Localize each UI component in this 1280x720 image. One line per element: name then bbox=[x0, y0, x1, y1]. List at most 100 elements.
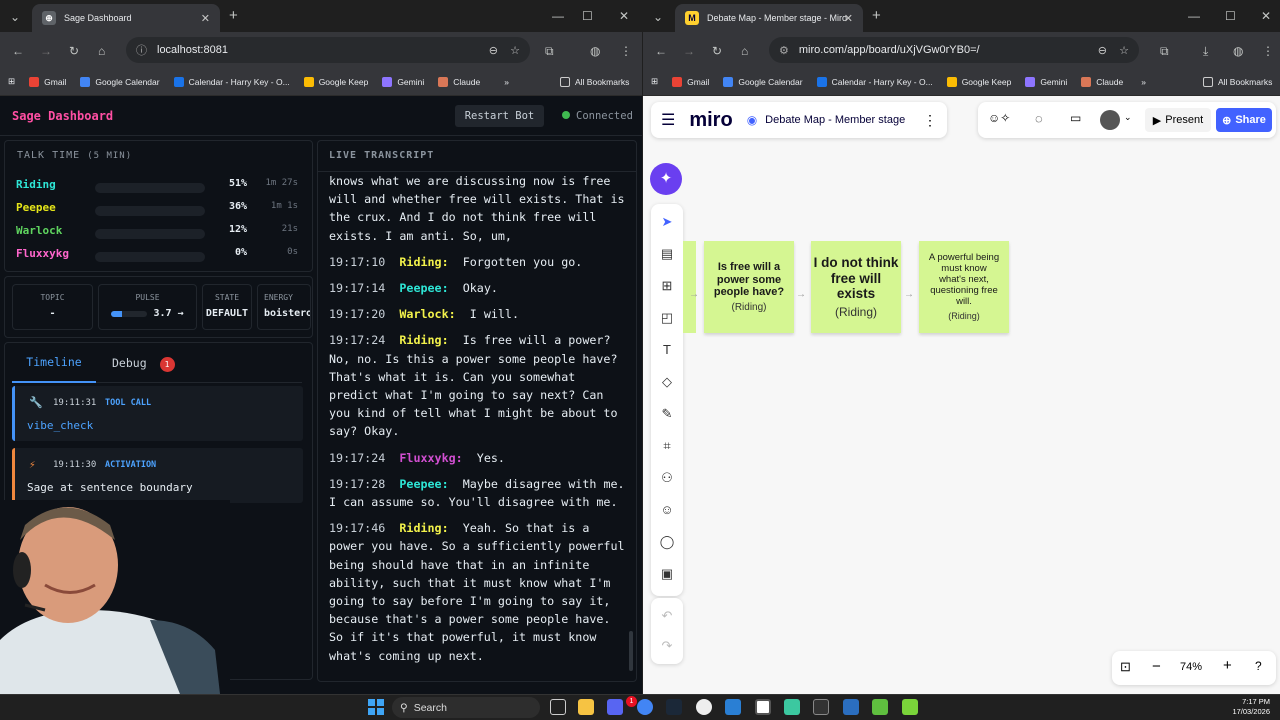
present-button[interactable]: ▶ Present bbox=[1145, 108, 1211, 132]
comment-icon[interactable]: ◯ bbox=[657, 534, 677, 550]
pen-icon[interactable]: ✎ bbox=[657, 406, 677, 422]
sticky-note[interactable]: A powerful being must know what's next, … bbox=[919, 241, 1009, 333]
download-icon[interactable]: ⤓ bbox=[1203, 44, 1208, 58]
templates-icon[interactable]: ▤ bbox=[657, 246, 677, 262]
app-icon[interactable] bbox=[725, 699, 741, 715]
close-icon[interactable]: ✕ bbox=[201, 12, 210, 25]
zoom-icon[interactable]: ⊖ bbox=[1098, 44, 1107, 57]
zoom-level[interactable]: 74% bbox=[1180, 661, 1202, 673]
chat-icon[interactable]: ◌ bbox=[1035, 111, 1043, 126]
bookmark-google-keep[interactable]: Google Keep bbox=[303, 76, 368, 87]
zoom-in-icon[interactable]: + bbox=[1223, 657, 1232, 674]
video-icon[interactable]: ▭ bbox=[1070, 111, 1081, 125]
address-bar[interactable]: ⓘ localhost:8081 ⊖ ☆ bbox=[126, 37, 530, 63]
bookmark-gmail[interactable]: Gmail bbox=[672, 76, 709, 87]
sticky-note-icon[interactable]: ◰ bbox=[657, 310, 677, 326]
bookmark-calendar-harry[interactable]: Calendar - Harry Key - O... bbox=[173, 76, 290, 87]
obs-icon[interactable] bbox=[755, 699, 771, 715]
bookmark-google-keep[interactable]: Google Keep bbox=[946, 76, 1011, 87]
window-close-icon[interactable]: ✕ bbox=[1261, 9, 1271, 23]
tab-timeline[interactable]: Timeline bbox=[12, 343, 96, 383]
back-icon[interactable]: ← bbox=[12, 44, 24, 58]
add-more-icon[interactable]: ▣ bbox=[657, 566, 677, 582]
address-bar[interactable]: ⚙ miro.com/app/board/uXjVGw0rYB0=/ ⊖ ☆ bbox=[769, 37, 1139, 63]
bookmark-google-calendar[interactable]: Google Calendar bbox=[723, 76, 803, 87]
site-info-icon[interactable]: ⓘ bbox=[136, 42, 147, 58]
avatar[interactable] bbox=[1100, 110, 1120, 130]
board-name[interactable]: Debate Map - Member stage bbox=[765, 114, 905, 126]
maximize-icon[interactable]: ☐ bbox=[582, 9, 593, 23]
select-cursor-icon[interactable]: ➤ bbox=[657, 214, 677, 230]
tab-search-icon[interactable]: ⌄ bbox=[10, 10, 20, 24]
miro-logo[interactable]: miro bbox=[689, 109, 732, 132]
terminal-icon[interactable] bbox=[813, 699, 829, 715]
window-close-icon[interactable]: ✕ bbox=[619, 9, 629, 23]
miro-canvas[interactable]: ☰ miro ◉ Debate Map - Member stage ⋮ ☺✧ … bbox=[643, 96, 1280, 694]
fit-to-screen-icon[interactable]: ⊡ bbox=[1120, 659, 1131, 675]
shapes-icon[interactable]: ◇ bbox=[657, 374, 677, 390]
timeline-event-activation[interactable]: ⚡ 19:11:30 ACTIVATION Sage at sentence b… bbox=[12, 448, 303, 503]
timeline-event-tool-call[interactable]: 🔧 19:11:31 TOOL CALL vibe_check bbox=[12, 386, 303, 441]
clock[interactable]: 7:17 PM 17/03/2026 bbox=[1232, 697, 1270, 717]
forward-icon[interactable]: → bbox=[683, 44, 695, 58]
forward-icon[interactable]: → bbox=[40, 44, 52, 58]
tab-search-icon[interactable]: ⌄ bbox=[653, 10, 663, 24]
zoom-out-icon[interactable]: − bbox=[1152, 658, 1161, 675]
minimize-icon[interactable]: — bbox=[552, 9, 564, 23]
tab-miro-board[interactable]: M Debate Map - Member stage - Miro ✕ bbox=[675, 4, 863, 32]
share-button[interactable]: ⊕ Share bbox=[1216, 108, 1272, 132]
bookmark-gemini[interactable]: Gemini bbox=[1025, 76, 1067, 87]
emoji-icon[interactable]: ☺ bbox=[657, 502, 677, 517]
more-bookmarks-icon[interactable]: » bbox=[1141, 77, 1146, 87]
board-menu-icon[interactable]: ⋮ bbox=[923, 112, 937, 129]
chevron-down-icon[interactable]: ⌄ bbox=[1124, 112, 1132, 123]
zoom-icon[interactable]: ⊖ bbox=[489, 44, 498, 57]
windows-start-icon[interactable] bbox=[368, 699, 384, 715]
extensions-icon[interactable]: ⧉ bbox=[1160, 44, 1169, 58]
home-icon[interactable]: ⌂ bbox=[98, 44, 105, 58]
apps-icon[interactable]: ⊞ bbox=[8, 76, 15, 87]
bookmark-calendar-harry[interactable]: Calendar - Harry Key - O... bbox=[816, 76, 933, 87]
site-info-icon[interactable]: ⚙ bbox=[779, 44, 789, 57]
maximize-icon[interactable]: ☐ bbox=[1225, 9, 1236, 23]
redo-icon[interactable]: ↷ bbox=[657, 638, 677, 654]
undo-icon[interactable]: ↶ bbox=[657, 608, 677, 624]
sticky-note[interactable]: I do not think free will exists (Riding) bbox=[811, 241, 901, 333]
discord-icon[interactable] bbox=[607, 699, 623, 715]
reload-icon[interactable]: ↻ bbox=[69, 44, 79, 58]
sticky-note-partial[interactable] bbox=[683, 241, 696, 333]
profile-icon[interactable]: ◍ bbox=[1233, 44, 1243, 58]
hamburger-menu-icon[interactable]: ☰ bbox=[661, 110, 675, 130]
app-icon[interactable] bbox=[696, 699, 712, 715]
bookmark-star-icon[interactable]: ☆ bbox=[1119, 44, 1129, 57]
bookmark-star-icon[interactable]: ☆ bbox=[510, 44, 520, 57]
all-bookmarks-folder[interactable]: All Bookmarks bbox=[1203, 76, 1272, 87]
extensions-icon[interactable]: ⧉ bbox=[545, 44, 554, 58]
apps-icon[interactable]: ⚇ bbox=[657, 470, 677, 486]
tab-debug[interactable]: Debug 1 bbox=[112, 356, 175, 372]
menu-icon[interactable]: ⋮ bbox=[620, 44, 632, 58]
apps-icon[interactable]: ⊞ bbox=[651, 76, 658, 87]
bookmark-gemini[interactable]: Gemini bbox=[382, 76, 424, 87]
steam-icon[interactable] bbox=[666, 699, 682, 715]
text-icon[interactable]: T bbox=[657, 342, 677, 357]
frame-icon[interactable]: ⌗ bbox=[657, 438, 677, 454]
taskbar-search[interactable]: ⚲ Search bbox=[392, 697, 540, 718]
restart-bot-button[interactable]: Restart Bot bbox=[455, 105, 544, 127]
menu-icon[interactable]: ⋮ bbox=[1262, 44, 1274, 58]
table-icon[interactable]: ⊞ bbox=[657, 278, 677, 294]
notepad-icon[interactable] bbox=[872, 699, 888, 715]
new-tab-icon[interactable]: + bbox=[872, 8, 881, 23]
new-tab-icon[interactable]: + bbox=[229, 8, 238, 23]
all-bookmarks-folder[interactable]: All Bookmarks bbox=[560, 76, 629, 87]
app-icon[interactable] bbox=[784, 699, 800, 715]
help-icon[interactable]: ? bbox=[1255, 659, 1262, 673]
tab-sage-dashboard[interactable]: ⊕ Sage Dashboard ✕ bbox=[32, 4, 220, 32]
vscode-icon[interactable] bbox=[843, 699, 859, 715]
file-explorer-icon[interactable] bbox=[578, 699, 594, 715]
ai-sparkle-icon[interactable]: ✦ bbox=[650, 163, 682, 195]
back-icon[interactable]: ← bbox=[655, 44, 667, 58]
chrome-icon[interactable] bbox=[637, 699, 653, 715]
bookmark-google-calendar[interactable]: Google Calendar bbox=[80, 76, 160, 87]
bookmark-gmail[interactable]: Gmail bbox=[29, 76, 66, 87]
